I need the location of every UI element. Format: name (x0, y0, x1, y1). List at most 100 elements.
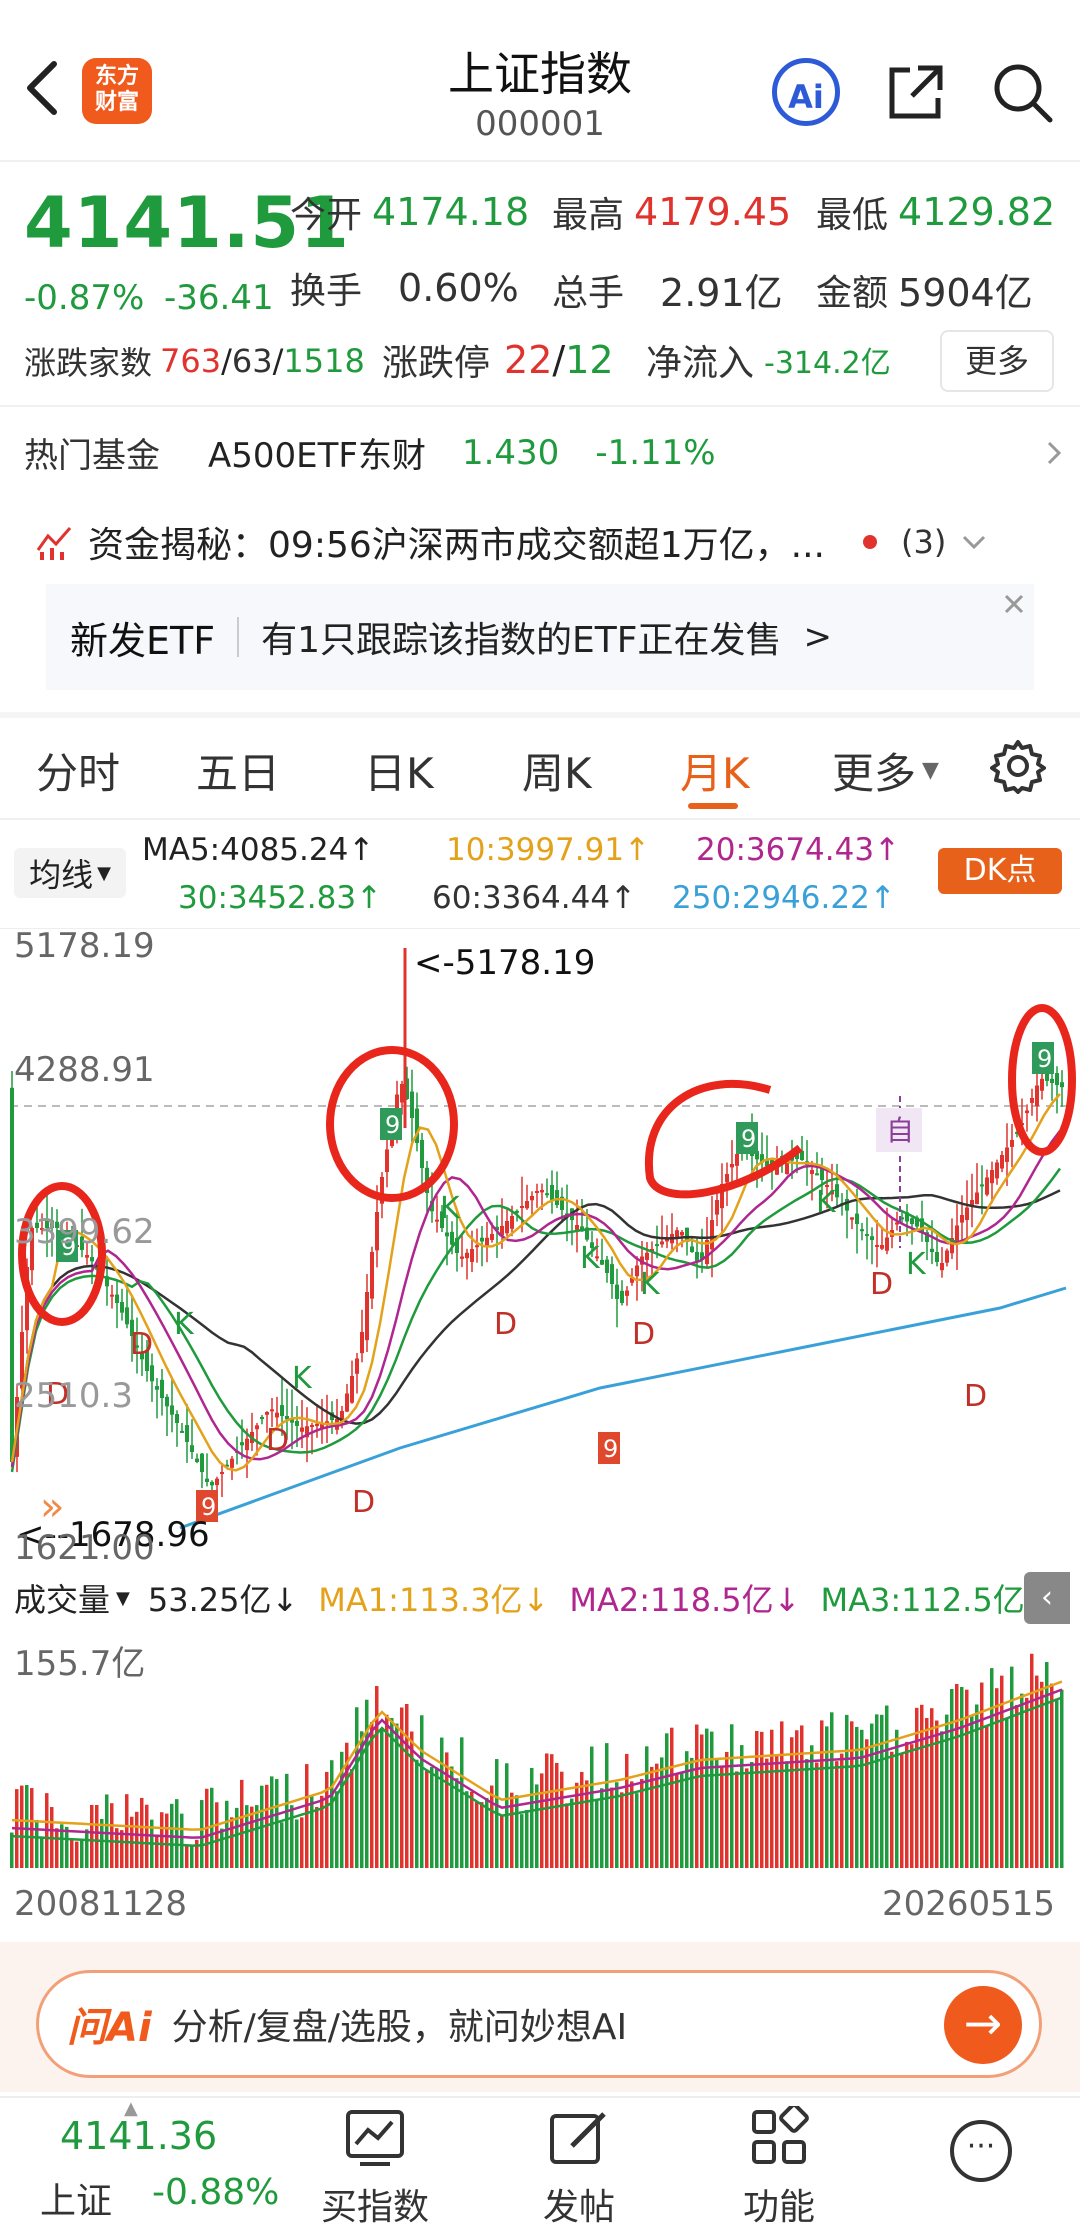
tab-monthly-k[interactable]: 月K (680, 740, 750, 801)
volume-bar (545, 1753, 549, 1868)
ai-button[interactable]: Ai (772, 58, 840, 126)
divider (0, 405, 1080, 407)
divider (0, 818, 1080, 820)
candle-body (910, 1218, 914, 1224)
volume-selector[interactable]: 成交量 (14, 1575, 110, 1621)
tab-five-day[interactable]: 五日 (196, 740, 280, 801)
volume-bar (325, 1771, 329, 1868)
bottom-index-pct: -0.88% (152, 2172, 280, 2213)
candle-body (185, 1425, 189, 1442)
volume-bar (500, 1815, 504, 1868)
close-icon[interactable] (1000, 590, 1028, 618)
candle-body (165, 1396, 169, 1407)
more-stats-button[interactable]: 更多 (940, 330, 1054, 392)
volume-bar (165, 1813, 169, 1868)
volume-bar (330, 1760, 334, 1868)
volume-bar (155, 1834, 159, 1868)
candle-body (110, 1294, 114, 1297)
ask-ai-input[interactable]: 问Ai 分析/复盘/选股，就问妙想AI (36, 1970, 1042, 2078)
tab-daily-k[interactable]: 日K (364, 740, 434, 801)
bottom-index-price[interactable]: 4141.36 (60, 2114, 217, 2158)
volume-bar (530, 1767, 534, 1868)
high-stat: 最高 4179.45 (552, 190, 792, 236)
candle-body (1010, 1140, 1014, 1147)
signal-9-marker: 9 (1037, 1045, 1052, 1073)
y-axis-bottom: 1621.00 (14, 1528, 155, 1568)
volume-bar (700, 1734, 704, 1868)
candle-body (260, 1416, 264, 1419)
volume-bar (230, 1817, 234, 1868)
dropdown-arrow-icon: ▼ (97, 862, 111, 884)
volume-bar (855, 1726, 859, 1868)
volume-indicator-row: 成交量 ▼ 53.25亿↓ MA1:113.3亿↓ MA2:118.5亿↓ MA3… (14, 1572, 1080, 1624)
ma-selector[interactable]: 均线 ▼ (14, 848, 126, 898)
tab-intraday[interactable]: 分时 (36, 740, 120, 801)
volume-bar (865, 1739, 869, 1868)
volume-bar (380, 1728, 384, 1868)
candle-body (710, 1220, 714, 1250)
volume-bar (1025, 1697, 1029, 1868)
candle-body (1030, 1098, 1034, 1103)
candle-body (350, 1376, 354, 1403)
volume-bar (35, 1819, 39, 1868)
volume-chart[interactable] (0, 1640, 1080, 1870)
volume-bar (815, 1762, 819, 1868)
volume-bar (945, 1714, 949, 1868)
tab-more[interactable]: 更多 ▼ (832, 740, 939, 801)
turnover-stat: 换手 0.60% (290, 266, 519, 312)
more-options-icon[interactable]: ··· (950, 2120, 1012, 2182)
volume-bar (195, 1839, 199, 1868)
expand-arrow-icon[interactable]: » (40, 1484, 64, 1530)
post-button[interactable]: 发帖 (504, 2106, 654, 2230)
volume-bar (305, 1764, 309, 1868)
volume-bar (790, 1737, 794, 1868)
dk-point-button[interactable]: DK点 (938, 848, 1062, 894)
hot-fund-row[interactable]: 热门基金 A500ETF东财 1.430 -1.11% (24, 428, 1064, 477)
volume-bar (10, 1832, 14, 1868)
settings-icon[interactable] (990, 738, 1046, 794)
candle-body (855, 1213, 859, 1224)
new-etf-banner[interactable]: 新发ETF 有1只跟踪该指数的ETF正在发售 > (46, 584, 1034, 690)
search-icon[interactable] (990, 60, 1054, 124)
volume-bar (440, 1737, 444, 1868)
news-ticker[interactable]: 资金揭秘： 09:56沪深两市成交额超1万亿，... (3) (34, 516, 1054, 568)
candle-body (180, 1430, 184, 1433)
ask-submit-arrow-icon[interactable]: → (944, 1986, 1022, 2064)
tab-weekly-k[interactable]: 周K (522, 740, 592, 801)
volume-bar (1030, 1653, 1034, 1868)
svg-text:D: D (632, 1317, 655, 1352)
volume-bar (95, 1804, 99, 1868)
buy-index-button[interactable]: 买指数 (300, 2106, 450, 2230)
collapse-panel-button[interactable]: ‹ (1024, 1572, 1070, 1624)
ma10-value: 10:3997.91↑ (446, 832, 651, 868)
volume-bar (795, 1730, 799, 1868)
candle-body (870, 1236, 874, 1240)
volume-bar (100, 1819, 104, 1868)
features-button[interactable]: 功能 (704, 2103, 854, 2230)
kline-chart[interactable]: 9 9 9 9 9 9 KK KK KK K DD DD DD DD 自 <-5… (0, 928, 1080, 1568)
volume-bar (690, 1757, 694, 1868)
candle-body (960, 1215, 964, 1223)
candle-body (880, 1245, 884, 1249)
open-stat: 今开 4174.18 (290, 190, 530, 236)
candle-body (975, 1192, 979, 1205)
chevron-down-icon[interactable] (960, 532, 988, 552)
bottom-index-name: 上证 (40, 2181, 113, 2222)
volume-bar (770, 1729, 774, 1868)
candle-body (315, 1423, 319, 1427)
volume-bar (625, 1753, 629, 1868)
volume-bar (375, 1686, 379, 1868)
volume-bar (985, 1725, 989, 1868)
candle-body (635, 1265, 639, 1277)
grid-apps-icon (752, 2103, 809, 2164)
signal-9-marker: 9 (741, 1125, 756, 1153)
candle-body (450, 1231, 454, 1245)
candle-body (410, 1091, 414, 1118)
candle-body (245, 1438, 249, 1451)
volume-bar (300, 1817, 304, 1868)
share-icon[interactable] (884, 60, 948, 124)
volume-bar (695, 1724, 699, 1868)
volume-bar (475, 1801, 479, 1868)
svg-text:D: D (870, 1267, 893, 1302)
volume-bar (415, 1759, 419, 1868)
